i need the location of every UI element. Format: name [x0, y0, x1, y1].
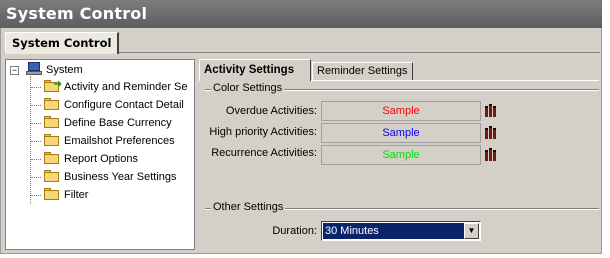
overdue-sample: Sample: [321, 101, 481, 121]
folder-icon: [44, 116, 60, 128]
tree-item-label: Define Base Currency: [64, 117, 172, 129]
folder-icon: [44, 134, 60, 146]
folder-icon: [44, 188, 60, 200]
tree-connector: [30, 76, 31, 204]
duration-select[interactable]: 30 Minutes ▼: [321, 221, 481, 241]
activity-settings-panel: Color Settings Overdue Activities: Sampl…: [199, 80, 599, 250]
overdue-label: Overdue Activities:: [225, 105, 317, 117]
high-priority-sample: Sample: [321, 123, 481, 143]
collapse-icon[interactable]: −: [10, 66, 19, 75]
settings-tree[interactable]: − System ➜ Activity and Reminder Se Confi…: [5, 59, 195, 250]
recurrence-label: Recurrence Activities:: [211, 147, 317, 159]
outer-tab-strip: System Control: [4, 31, 600, 54]
chevron-down-icon[interactable]: ▼: [464, 223, 479, 239]
tab-system-control[interactable]: System Control: [5, 32, 120, 54]
folder-icon: [44, 98, 60, 110]
folder-arrow-icon: ➜: [44, 79, 62, 92]
recurrence-sample: Sample: [321, 145, 481, 165]
tree-root-label: System: [46, 64, 83, 76]
computer-icon: [26, 62, 42, 75]
folder-icon: [44, 170, 60, 182]
high-priority-label: High priority Activities:: [209, 126, 317, 138]
system-control-panel: System Control − System ➜ Activity and Re…: [0, 28, 602, 254]
tree-item-label: Emailshot Preferences: [64, 135, 175, 147]
duration-value: 30 Minutes: [323, 223, 464, 239]
tree-root-system[interactable]: − System: [6, 62, 194, 78]
tab-reminder-settings[interactable]: Reminder Settings: [312, 62, 413, 81]
tree-item-label: Business Year Settings: [64, 171, 177, 183]
tree-item-label: Report Options: [64, 153, 138, 165]
other-settings-label: Other Settings: [211, 201, 286, 213]
tab-activity-settings[interactable]: Activity Settings: [199, 59, 311, 81]
color-settings-label: Color Settings: [211, 82, 285, 94]
tree-item-label: Filter: [64, 189, 89, 201]
settings-tab-strip: Activity Settings Reminder Settings: [199, 59, 599, 81]
duration-label: Duration:: [272, 225, 317, 237]
tree-item-label: Activity and Reminder Se: [64, 81, 188, 93]
color-picker-icon[interactable]: [485, 103, 496, 117]
window-title: System Control: [0, 0, 602, 28]
tree-item-label: Configure Contact Detail: [64, 99, 184, 111]
folder-icon: [44, 152, 60, 164]
color-picker-icon[interactable]: [485, 147, 496, 161]
color-picker-icon[interactable]: [485, 125, 496, 139]
